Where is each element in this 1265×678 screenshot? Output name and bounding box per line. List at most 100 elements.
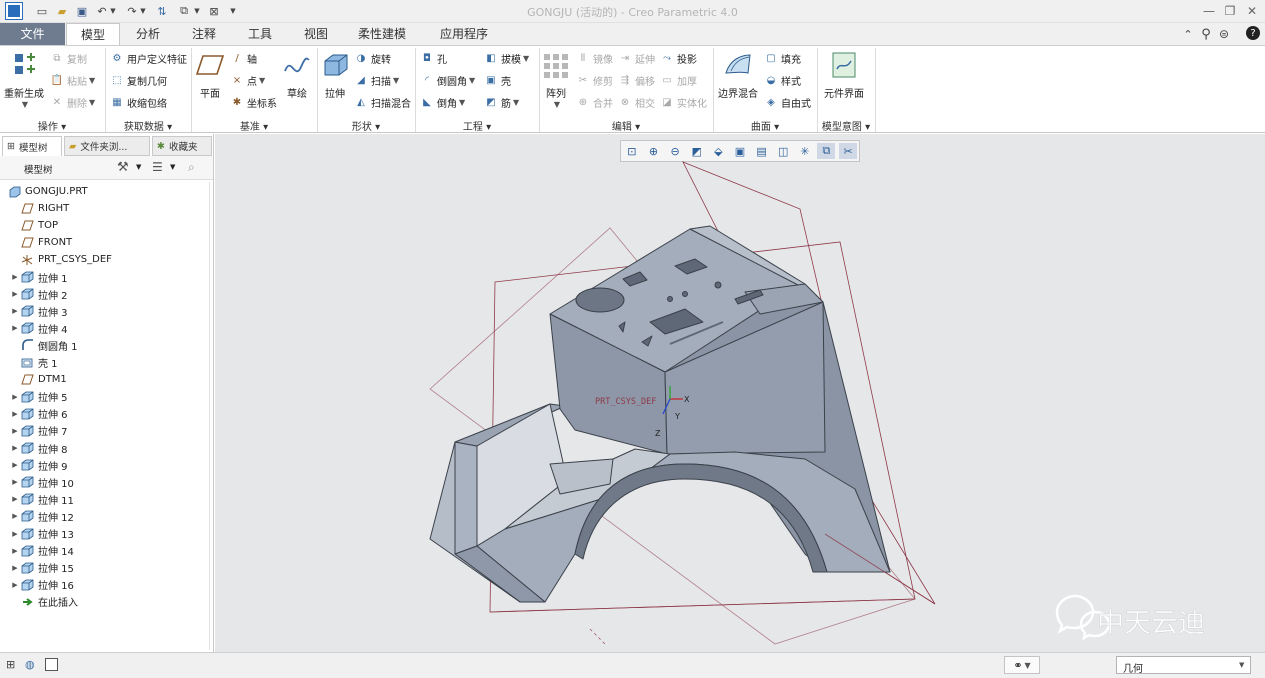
component-interface-button[interactable]: 元件界面 [820,51,868,100]
sketch-button[interactable]: 草绘 [280,51,314,100]
swept-blend-button[interactable]: ◭ 扫描混合 [354,93,411,111]
command-search-icon[interactable]: ⊜ [1216,26,1232,42]
group-label-engineering[interactable]: 工程 ▾ [416,118,538,133]
tree-filter-icon[interactable]: ⌕ [188,160,195,175]
tree-item[interactable]: ▶ 拉伸 15 [0,559,210,576]
tree-item[interactable]: PRT_CSYS_DEF [0,251,210,268]
rib-button[interactable]: ◩ 筋 ▼ [484,93,519,111]
expand-arrow-icon[interactable]: ▶ [9,530,21,538]
expand-arrow-icon[interactable]: ▶ [9,512,21,520]
tab-folder-browser[interactable]: ▰ 文件夹浏... [64,136,150,156]
copy-geometry-button[interactable]: ⬚ 复制几何 [110,71,167,89]
fullscreen-toggle-icon[interactable] [45,658,58,671]
expand-arrow-icon[interactable]: ▶ [9,410,21,418]
project-button[interactable]: ⤳ 投影 [660,49,697,67]
freestyle-button[interactable]: ◈ 自由式 [764,93,811,111]
tab-applications[interactable]: 应用程序 [428,23,500,45]
chamfer-button[interactable]: ◣ 倒角 ▼ [420,93,465,111]
intersect-button[interactable]: ⊗ 相交 [618,93,655,111]
tree-item[interactable]: 在此插入 [0,593,210,610]
tree-item[interactable]: ▶ 拉伸 12 [0,508,210,525]
copy-button[interactable]: ⧉ 复制 [50,49,87,67]
expand-arrow-icon[interactable]: ▶ [9,478,21,486]
merge-button[interactable]: ⊕ 合并 [576,93,613,111]
group-label-editing[interactable]: 编辑 ▾ [540,118,712,133]
tab-model-tree[interactable]: ⊞ 模型树 [2,136,62,156]
offset-button[interactable]: ⇶ 偏移 [618,71,655,89]
extrude-button[interactable]: 拉伸 [318,51,352,100]
extend-button[interactable]: ⇥ 延伸 [618,49,655,67]
graphics-viewport[interactable]: ⊡ ⊕ ⊖ ◩ ⬙ ▣ ▤ ◫ ✳ ⧉ ✂ PRT_CSYS_DEF X Y Z… [215,134,1265,652]
solidify-button[interactable]: ◪ 实体化 [660,93,707,111]
tab-annotate[interactable]: 注释 [180,23,228,45]
tree-item[interactable]: ▶ 拉伸 10 [0,474,210,491]
expand-arrow-icon[interactable]: ▶ [9,564,21,572]
tree-item[interactable]: ▶ 拉伸 9 [0,457,210,474]
show-icon[interactable]: ☰ [152,160,163,174]
tree-item[interactable]: ▶ 拉伸 6 [0,405,210,422]
tree-item[interactable]: 倒圆角 1 [0,337,210,354]
model-canvas[interactable]: PRT_CSYS_DEF X Y Z 中天云迪 [215,134,1265,652]
show-dropdown-icon[interactable]: ▼ [170,163,175,171]
tree-item[interactable]: GONGJU.PRT [0,183,210,200]
navigator-toggle-icon[interactable]: ⊞ [6,658,20,672]
expand-arrow-icon[interactable]: ▶ [9,393,21,401]
pattern-button[interactable]: 阵列 ▼ [540,51,572,109]
expand-arrow-icon[interactable]: ▶ [9,495,21,503]
group-label-surfaces[interactable]: 曲面 ▾ [714,118,816,133]
tree-item[interactable]: ▶ 拉伸 3 [0,303,210,320]
tree-item[interactable]: ▶ 拉伸 8 [0,440,210,457]
thicken-button[interactable]: ▭ 加厚 [660,71,697,89]
revolve-button[interactable]: ◑ 旋转 [354,49,391,67]
tab-view[interactable]: 视图 [292,23,340,45]
tab-analysis[interactable]: 分析 [124,23,172,45]
group-label-operations[interactable]: 操作 ▾ [0,118,104,133]
point-button[interactable]: × 点 ▼ [230,71,265,89]
group-label-shapes[interactable]: 形状 ▾ [318,118,414,133]
expand-arrow-icon[interactable]: ▶ [9,581,21,589]
group-label-get-data[interactable]: 获取数据 ▾ [106,118,190,133]
tree-item[interactable]: ▶ 拉伸 11 [0,491,210,508]
pattern-dropdown-icon[interactable]: ▼ [554,100,560,109]
boundary-blend-button[interactable]: 边界混合 [716,51,760,100]
sweep-button[interactable]: ◢ 扫描 ▼ [354,71,399,89]
group-label-datum[interactable]: 基准 ▾ [192,118,316,133]
expand-arrow-icon[interactable]: ▶ [9,547,21,555]
trim-button[interactable]: ✂ 修剪 [576,71,613,89]
tab-model[interactable]: 模型 [66,23,120,46]
close-icon[interactable]: ✕ [1241,2,1263,20]
delete-button[interactable]: ✕ 删除 ▼ [50,93,95,111]
expand-arrow-icon[interactable]: ▶ [9,444,21,452]
tree-item[interactable]: ▶ 拉伸 16 [0,576,210,593]
tree-item[interactable]: ▶ 拉伸 13 [0,525,210,542]
tree-item[interactable]: RIGHT [0,200,210,217]
browser-toggle-icon[interactable]: ◍ [25,658,39,672]
tree-item[interactable]: ▶ 拉伸 2 [0,286,210,303]
group-label-model-intent[interactable]: 模型意图 ▾ [818,118,874,133]
expand-arrow-icon[interactable]: ▶ [9,427,21,435]
tree-item[interactable]: DTM1 [0,371,210,388]
expand-arrow-icon[interactable]: ▶ [9,324,21,332]
tree-item[interactable]: ▶ 拉伸 4 [0,320,210,337]
tab-tools[interactable]: 工具 [236,23,284,45]
expand-arrow-icon[interactable]: ▶ [9,273,21,281]
draft-button[interactable]: ◧ 拔模 ▼ [484,49,529,67]
regenerate-dropdown-icon[interactable]: ▼ [22,100,28,109]
udf-button[interactable]: ⚙ 用户定义特征 [110,49,187,67]
tree-item[interactable]: FRONT [0,234,210,251]
shrinkwrap-button[interactable]: ▦ 收缩包络 [110,93,167,111]
search-icon[interactable]: ⚲ [1198,26,1214,42]
help-icon[interactable]: ? [1246,26,1260,40]
minimize-icon[interactable]: — [1198,2,1220,20]
tree-item[interactable]: ▶ 拉伸 14 [0,542,210,559]
minimize-ribbon-icon[interactable]: ⌃ [1180,26,1196,42]
tree-settings-dropdown-icon[interactable]: ▼ [136,163,141,171]
paste-button[interactable]: 📋 粘贴 ▼ [50,71,95,89]
tab-flexible-modeling[interactable]: 柔性建模 [344,23,420,45]
tree-settings-icon[interactable]: ⚒ [117,160,129,175]
tree-item[interactable]: ▶ 拉伸 1 [0,269,210,286]
hole-button[interactable]: ◘ 孔 [420,49,447,67]
restore-icon[interactable]: ❐ [1219,2,1241,20]
tree-item[interactable]: ▶ 拉伸 7 [0,422,210,439]
tab-favorites[interactable]: ✱ 收藏夹 [152,136,212,156]
